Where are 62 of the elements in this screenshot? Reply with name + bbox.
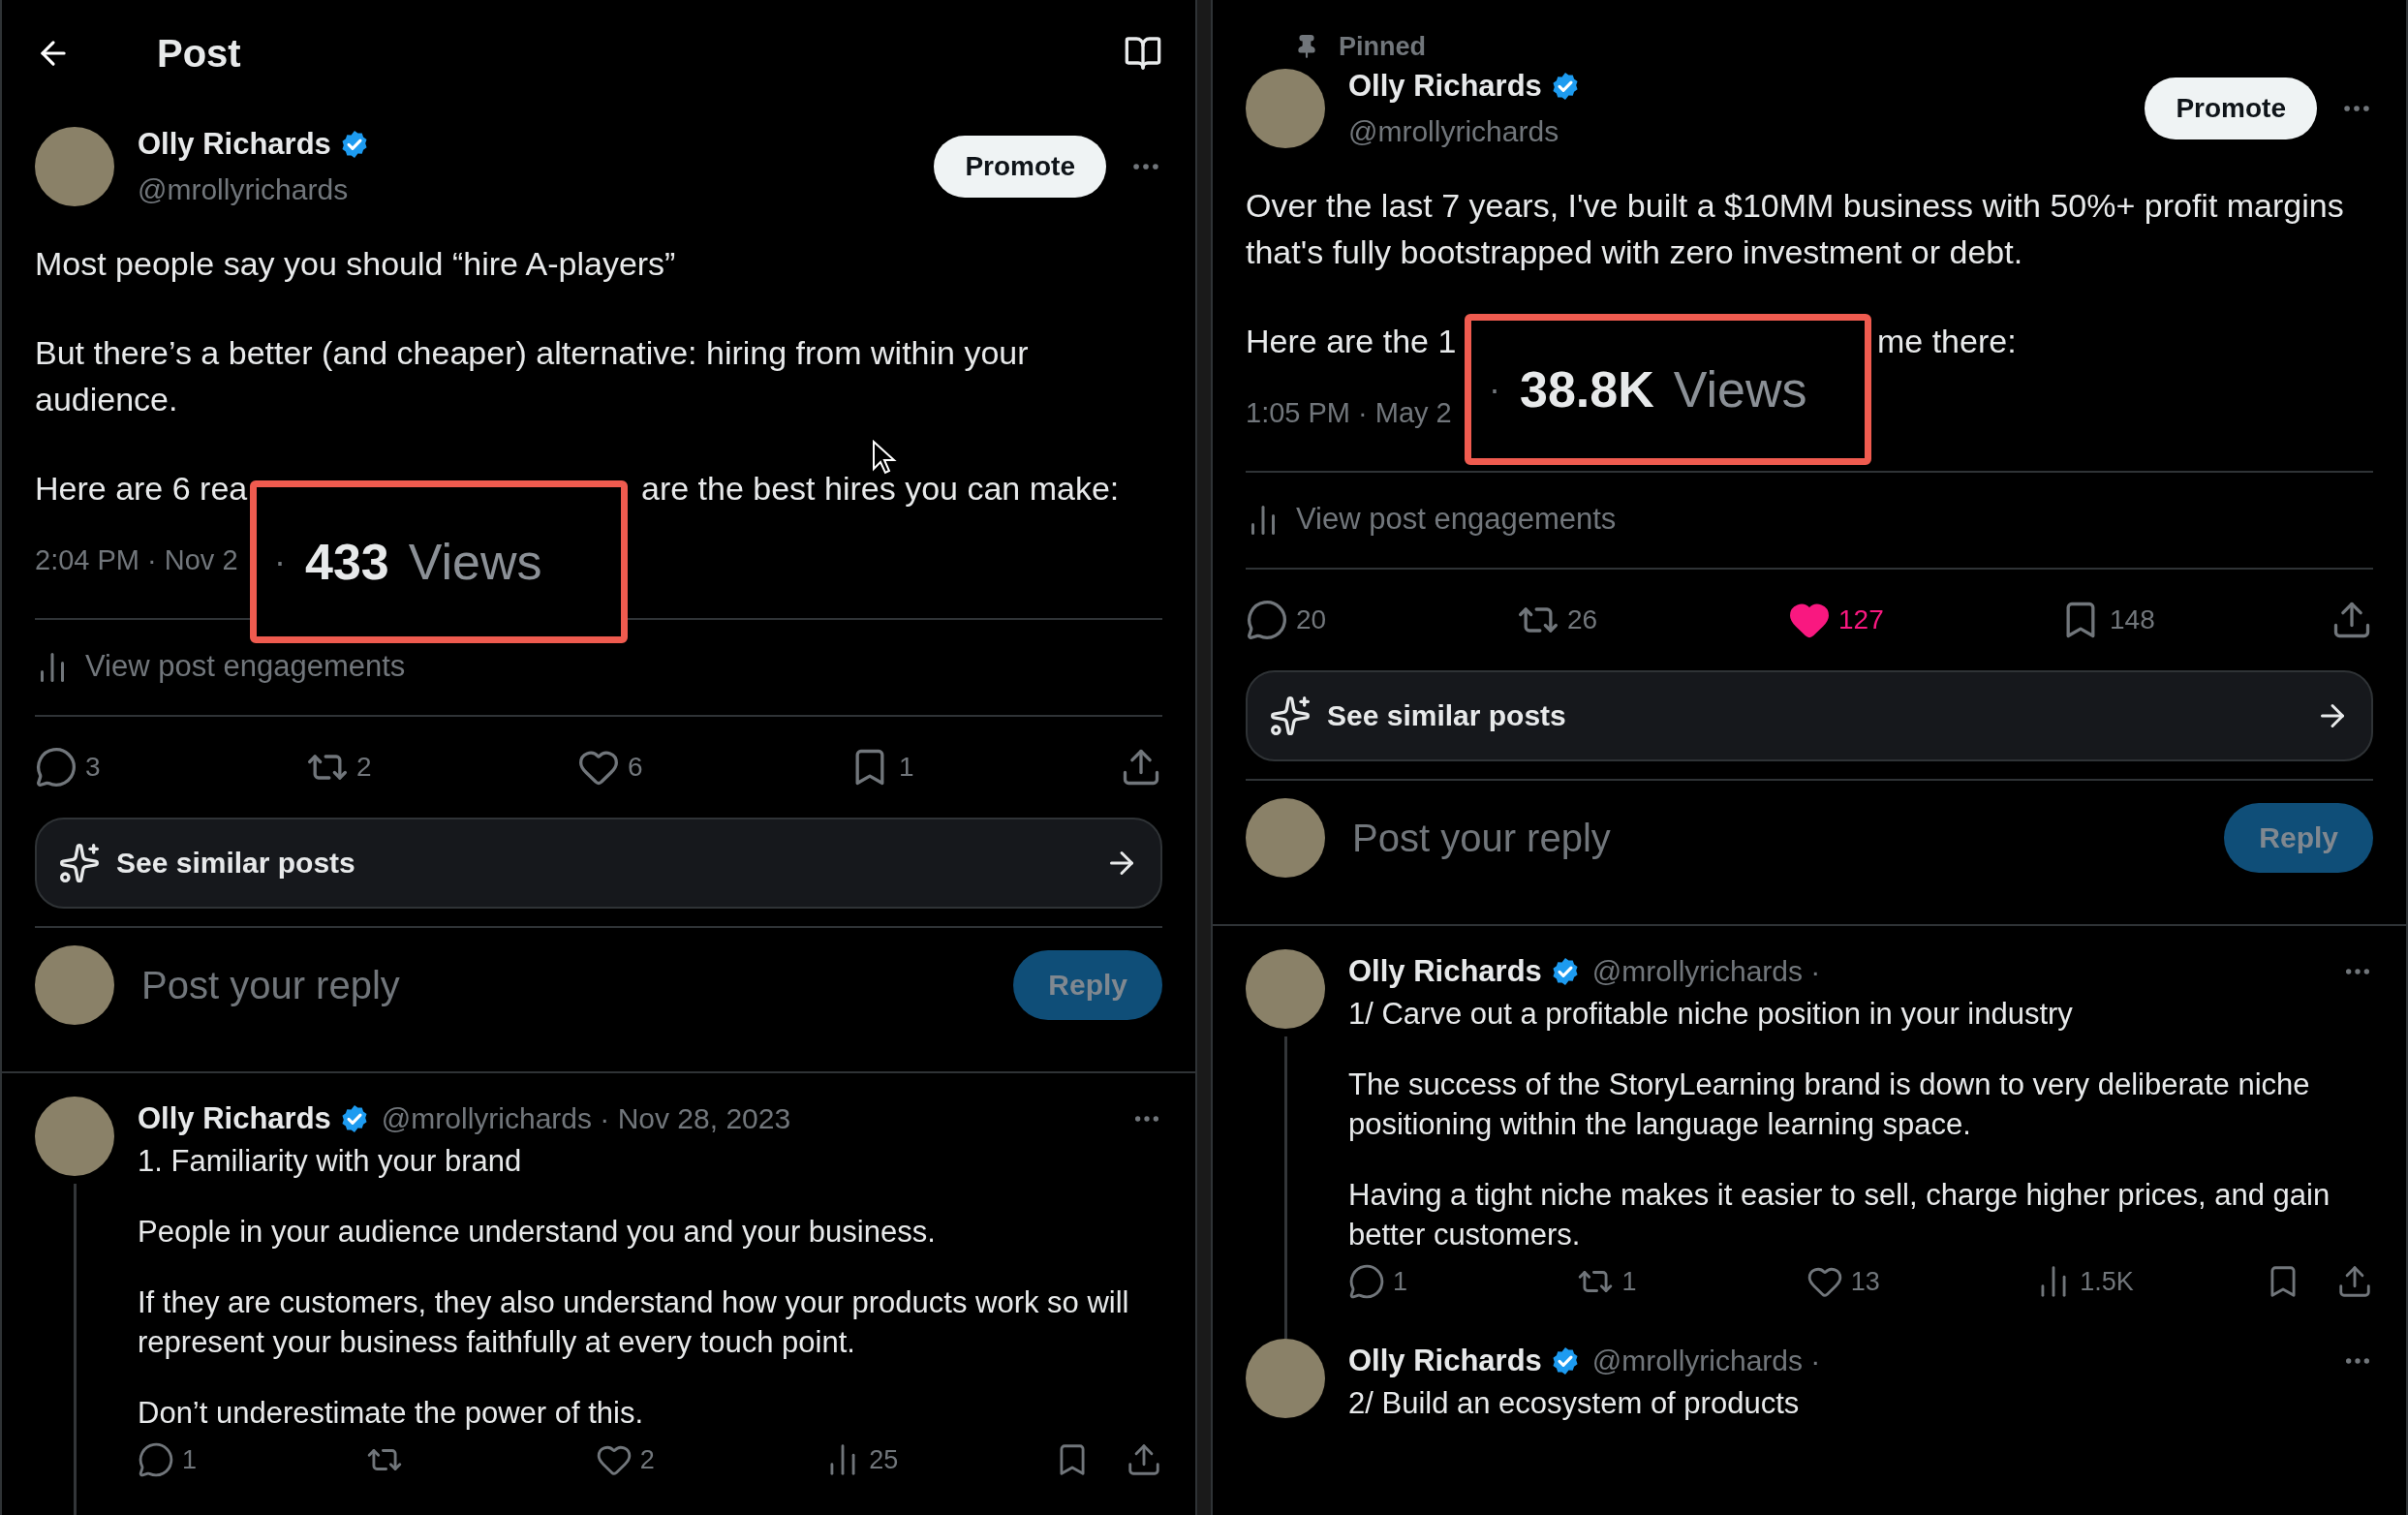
views-count: 433 — [305, 538, 389, 585]
post-text: But there’s a better (and cheaper) alternative: hiring from within your audience. — [35, 332, 1030, 419]
post-text: Over the last 7 years, I've built a $10MM business with 50%+ profit margins that's fully bootstrapped with zero investment or debt. — [1246, 185, 2345, 272]
view-engagements-link[interactable]: View post engagements — [35, 619, 1162, 715]
reply-text: Having a tight niche makes it easier to sell, charge higher prices, and gain better customers. — [1348, 1177, 2331, 1253]
post-text: Here are 6 rea — [35, 468, 249, 509]
views-stat-button[interactable]: 1.5K — [2035, 1262, 2230, 1302]
views-count: 38.8K — [1520, 365, 1654, 413]
see-similar-posts-button[interactable]: See similar posts — [1246, 669, 2373, 761]
reply-icon — [1348, 1263, 1385, 1301]
author-name[interactable]: Olly Richards — [138, 1096, 331, 1141]
author-handle[interactable]: @mrollyrichards · — [1591, 1339, 1821, 1383]
reply-text: If they are customers, they also understand how your products work so will represent your business faithfully at every touch point. — [138, 1284, 1130, 1361]
page-title: Post — [157, 31, 241, 77]
reply-text: Don’t underestimate the power of this. — [138, 1395, 645, 1432]
promote-button[interactable]: Promote — [2145, 77, 2317, 139]
promote-button[interactable]: Promote — [934, 135, 1106, 198]
reply-text: 1. Familiarity with your brand — [138, 1143, 523, 1180]
author-handle[interactable]: @mrollyrichards — [138, 167, 370, 211]
author-name[interactable]: Olly Richards — [1348, 1338, 1542, 1383]
post-timestamp: 2:04 PM · Nov 2 — [35, 542, 238, 577]
reply-stat-button[interactable]: 3 — [35, 745, 229, 788]
author-name[interactable]: Olly Richards — [138, 122, 331, 168]
views-label: Views — [1673, 365, 1807, 413]
repost-stat-button[interactable]: 2 — [306, 745, 500, 788]
author-handle[interactable]: @mrollyrichards — [1348, 108, 1581, 153]
bookmark-stat-button[interactable]: 148 — [2059, 598, 2253, 641]
reply-text: 2/ Build an ecosystem of products — [1348, 1385, 1801, 1422]
view-engagements-link[interactable]: View post engagements — [1246, 472, 2373, 568]
reply-text: The success of the StoryLearning brand is down to very deliberate niche positioning within the language learning space. — [1348, 1067, 2311, 1143]
reply-icon — [1246, 598, 1288, 641]
reply-stat-button[interactable]: 1 — [138, 1440, 331, 1480]
see-similar-posts-button[interactable]: See similar posts — [35, 817, 1162, 909]
post-text: Most people say you should “hire A-players” — [35, 243, 677, 284]
bookmark-stat-button[interactable]: 1 — [849, 745, 1042, 788]
reply-icon — [138, 1441, 174, 1479]
post-text: me there: — [1877, 321, 2017, 361]
repost-stat-button[interactable]: 26 — [1517, 598, 1711, 641]
pinned-label: Pinned — [1339, 30, 1426, 63]
author-name[interactable]: Olly Richards — [1348, 64, 1542, 109]
post-timestamp: 1:05 PM · May 2 — [1246, 395, 1452, 430]
author-handle[interactable]: @mrollyrichards · — [1591, 949, 1821, 994]
separator-dot: · — [274, 540, 286, 583]
separator-dot: · — [1489, 367, 1500, 411]
views-stat-button[interactable]: 25 — [824, 1440, 1019, 1480]
views-label: Views — [408, 538, 542, 585]
reply-stat-button[interactable]: 20 — [1246, 598, 1439, 641]
sparkle-icon — [1269, 694, 1312, 737]
like-stat-button[interactable]: 6 — [577, 745, 771, 788]
post-text: are the best hires you can make: — [641, 468, 1120, 509]
like-stat-button[interactable]: 13 — [1806, 1262, 2000, 1302]
like-stat-button[interactable]: 127 — [1788, 598, 1982, 641]
author-handle[interactable]: @mrollyrichards · Nov 28, 2023 — [381, 1097, 791, 1141]
repost-stat-button[interactable]: 1 — [1577, 1262, 1772, 1302]
reply-stat-button[interactable]: 1 — [1348, 1262, 1542, 1302]
reply-text: 1/ Carve out a profitable niche position in your industry — [1348, 996, 2074, 1033]
like-stat-button[interactable]: 2 — [595, 1440, 789, 1480]
reply-icon — [35, 745, 77, 788]
post-text: Here are the 1 — [1246, 321, 1458, 361]
reply-text: People in your audience understand you and your business. — [138, 1214, 937, 1251]
author-name[interactable]: Olly Richards — [1348, 948, 1542, 994]
sparkle-icon — [58, 841, 101, 884]
